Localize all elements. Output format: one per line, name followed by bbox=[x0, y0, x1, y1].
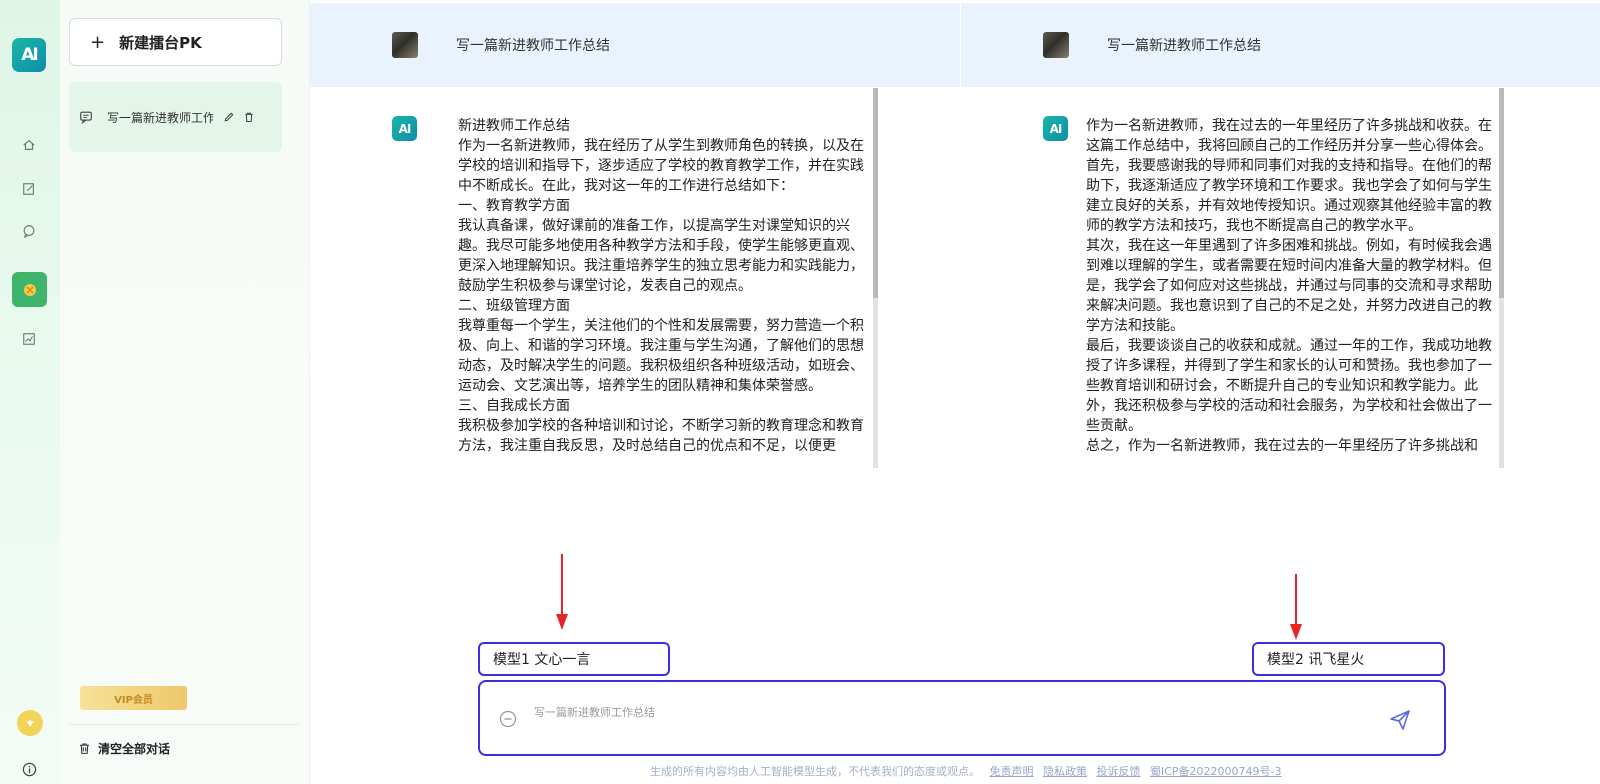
model-label-2: 模型2 讯飞星火 bbox=[1252, 642, 1445, 676]
logo-text: AI bbox=[21, 45, 39, 65]
conversation-title: 写一篇新进教师工作总结 bbox=[107, 110, 213, 125]
question-bar-model-2: 写一篇新进教师工作总结 bbox=[961, 3, 1600, 87]
conversation-item[interactable]: 写一篇新进教师工作总结 bbox=[69, 82, 282, 152]
clear-input-icon[interactable] bbox=[499, 710, 517, 728]
info-icon[interactable] bbox=[22, 762, 37, 777]
vip-badge-icon[interactable] bbox=[17, 710, 43, 736]
edit-icon[interactable] bbox=[20, 180, 38, 198]
answer-paragraph: 总之，作为一名新进教师，我在过去的一年里经历了许多挑战和 bbox=[1086, 438, 1478, 454]
answer-paragraph: 作为一名新进教师，我在经历了从学生到教师角色的转换，以及在学校的培训和指导下，逐… bbox=[458, 138, 864, 194]
answer-paragraph: 一、教育教学方面 bbox=[458, 198, 570, 214]
clear-all-button[interactable]: 清空全部对话 bbox=[78, 740, 170, 757]
user-avatar bbox=[1043, 32, 1069, 58]
answer-paragraph: 三、自我成长方面 bbox=[458, 398, 570, 414]
chat-icon[interactable] bbox=[20, 222, 38, 240]
scrollbar-thumb[interactable] bbox=[873, 88, 878, 298]
plus-icon: + bbox=[90, 31, 106, 53]
annotation-arrow-model-1 bbox=[556, 554, 568, 630]
app-logo[interactable]: AI bbox=[12, 38, 46, 72]
pk-icon[interactable] bbox=[12, 272, 47, 307]
prompt-input[interactable] bbox=[534, 702, 1334, 722]
answer-paragraph: 我尊重每一个学生，关注他们的个性和发展需要，努力营造一个积极、向上、和谐的学习环… bbox=[458, 318, 864, 394]
edit-conversation-icon[interactable] bbox=[223, 111, 235, 123]
answer-paragraph: 最后，我要谈谈自己的收获和成就。通过一年的工作，我成功地教授了许多课程，并得到了… bbox=[1086, 338, 1492, 434]
privacy-link[interactable]: 隐私政策 bbox=[1043, 765, 1087, 778]
answer-paragraph: 其次，我在这一年里遇到了许多困难和挑战。例如，有时候我会遇到难以理解的学生，或者… bbox=[1086, 238, 1492, 334]
vip-label: VIP会员 bbox=[114, 694, 153, 706]
new-pk-button[interactable]: + 新建擂台PK bbox=[69, 18, 282, 66]
feedback-link[interactable]: 投诉反馈 bbox=[1097, 765, 1141, 778]
answer-scrollbar[interactable] bbox=[1499, 88, 1504, 468]
answer-panel-model-2: AI 作为一名新进教师，我在过去的一年里经历了许多挑战和收获。在这篇工作总结中，… bbox=[961, 88, 1600, 468]
send-icon[interactable] bbox=[1388, 708, 1412, 732]
answer-paragraph: 作为一名新进教师，我在过去的一年里经历了许多挑战和收获。在这篇工作总结中，我将回… bbox=[1086, 118, 1492, 154]
icp-link[interactable]: 蜀ICP备2022000749号-3 bbox=[1150, 765, 1282, 778]
answer-paragraph: 新进教师工作总结 bbox=[458, 118, 570, 134]
icon-rail: AI bbox=[0, 0, 60, 784]
sidebar-divider bbox=[69, 724, 299, 725]
model-label-text: 模型1 文心一言 bbox=[493, 652, 591, 668]
answer-paragraph: 我认真备课，做好课前的准备工作，以提高学生对课堂知识的兴趣。我尽可能多地使用各种… bbox=[458, 218, 864, 294]
analytics-icon[interactable] bbox=[20, 330, 38, 348]
new-pk-label: 新建擂台PK bbox=[119, 33, 202, 52]
home-icon[interactable] bbox=[20, 136, 38, 154]
annotation-arrow-model-2 bbox=[1290, 574, 1302, 642]
main-area: 写一篇新进教师工作总结 写一篇新进教师工作总结 AI 新进教师工作总结 作为一名… bbox=[310, 0, 1600, 784]
trash-icon bbox=[80, 743, 89, 754]
disclaimer-link[interactable]: 免责声明 bbox=[990, 765, 1034, 778]
user-avatar bbox=[392, 32, 418, 58]
scrollbar-thumb[interactable] bbox=[1499, 88, 1504, 298]
footer: 生成的所有内容均由人工智能模型生成，不代表我们的态度或观点。 免责声明 隐私政策… bbox=[650, 763, 1282, 779]
bot-logo-text: AI bbox=[1049, 121, 1063, 136]
question-text: 写一篇新进教师工作总结 bbox=[1107, 38, 1261, 54]
answer-paragraph: 二、班级管理方面 bbox=[458, 298, 570, 314]
vip-membership-button[interactable]: VIP会员 bbox=[80, 686, 187, 710]
bot-avatar: AI bbox=[1043, 116, 1068, 141]
answer-text: 作为一名新进教师，我在过去的一年里经历了许多挑战和收获。在这篇工作总结中，我将回… bbox=[1086, 116, 1496, 468]
answer-text: 新进教师工作总结 作为一名新进教师，我在经历了从学生到教师角色的转换，以及在学校… bbox=[458, 116, 873, 468]
question-bar-model-1: 写一篇新进教师工作总结 bbox=[310, 3, 960, 87]
bot-avatar: AI bbox=[392, 116, 417, 141]
delete-conversation-icon[interactable] bbox=[243, 111, 255, 123]
question-text: 写一篇新进教师工作总结 bbox=[456, 38, 610, 54]
footer-notice: 生成的所有内容均由人工智能模型生成，不代表我们的态度或观点。 bbox=[650, 765, 980, 778]
conversation-sidebar: + 新建擂台PK 写一篇新进教师工作总结 VIP会员 清空全部对话 bbox=[60, 0, 310, 784]
prompt-input-box bbox=[478, 680, 1446, 756]
model-label-1: 模型1 文心一言 bbox=[478, 642, 670, 676]
answer-panel-model-1: AI 新进教师工作总结 作为一名新进教师，我在经历了从学生到教师角色的转换，以及… bbox=[310, 88, 878, 468]
message-icon bbox=[80, 111, 92, 124]
bot-logo-text: AI bbox=[398, 121, 412, 136]
clear-all-label: 清空全部对话 bbox=[98, 742, 171, 756]
model-label-text: 模型2 讯飞星火 bbox=[1267, 652, 1365, 668]
answer-scrollbar[interactable] bbox=[873, 88, 878, 468]
answer-paragraph: 首先，我要感谢我的导师和同事们对我的支持和指导。在他们的帮助下，我逐渐适应了教学… bbox=[1086, 158, 1492, 234]
answer-paragraph: 我积极参加学校的各种培训和讨论，不断学习新的教育理念和教育方法，我注重自我反思，… bbox=[458, 418, 864, 454]
